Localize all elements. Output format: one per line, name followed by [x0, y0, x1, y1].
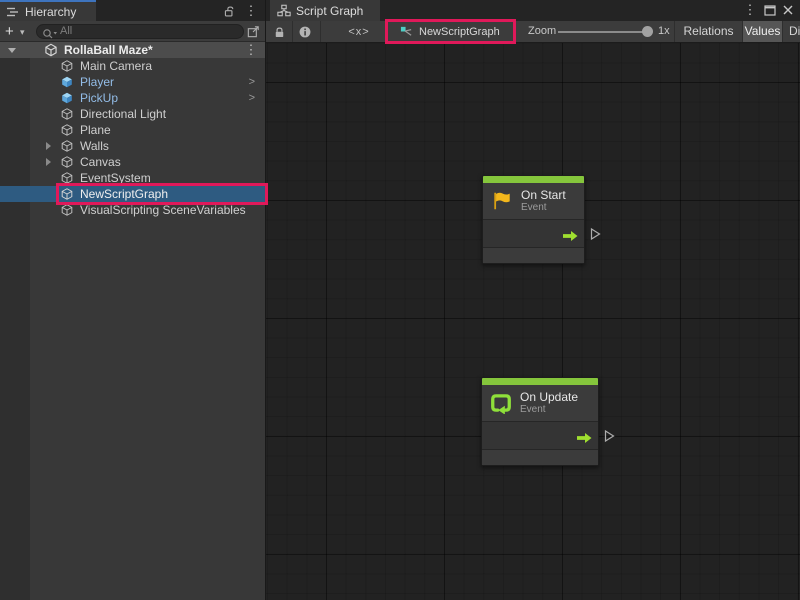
- expand-arrow-icon[interactable]: [46, 142, 51, 150]
- item-label: Walls: [80, 138, 109, 154]
- script-graph-panel: Script Graph ⋮ <x> NewScriptGraph Zoom 1…: [266, 0, 800, 600]
- script-graph-toolbar: <x> NewScriptGraph Zoom 1x Relations Val…: [266, 21, 800, 43]
- values-button[interactable]: Values: [743, 21, 782, 42]
- tab-script-graph-label: Script Graph: [296, 4, 363, 18]
- hierarchy-panel: Hierarchy ⋮ + ▾ RollaBall Maze* ⋮: [0, 0, 265, 600]
- node-subtitle: Event: [520, 404, 578, 416]
- hierarchy-item-walls[interactable]: Walls: [0, 138, 265, 154]
- node-footer: [483, 248, 584, 263]
- unity-editor: { "colors":{"annotation":"#E0195A","sele…: [0, 0, 800, 600]
- item-label: Plane: [80, 122, 111, 138]
- node-on-update[interactable]: On Update Event: [481, 377, 599, 466]
- unity-scene-icon: [44, 43, 58, 57]
- output-port-triangle[interactable]: [590, 227, 601, 240]
- node-title: On Start: [521, 188, 566, 202]
- flow-output-arrow-icon[interactable]: [576, 430, 592, 441]
- update-loop-icon: [490, 392, 512, 414]
- dim-button[interactable]: Dim: [783, 21, 800, 42]
- gameobject-icon: [60, 139, 74, 153]
- item-label: Directional Light: [80, 106, 166, 122]
- item-label: Main Camera: [80, 58, 152, 74]
- toolbar-separator: [292, 21, 293, 42]
- node-texts: On Update Event: [520, 390, 578, 416]
- hierarchy-tabbar: Hierarchy ⋮: [0, 0, 265, 21]
- gameobject-icon: [60, 59, 74, 73]
- tab-hierarchy[interactable]: Hierarchy: [0, 0, 96, 21]
- node-port-row: [482, 421, 598, 450]
- gameobject-icon: [60, 123, 74, 137]
- panel-menu-kebab-icon[interactable]: ⋮: [742, 2, 758, 18]
- open-search-window-icon[interactable]: [246, 24, 262, 40]
- node-footer: [482, 450, 598, 465]
- output-port-triangle[interactable]: [604, 429, 615, 442]
- node-title: On Update: [520, 390, 578, 404]
- hierarchy-item-plane[interactable]: Plane: [0, 122, 265, 138]
- tab-hierarchy-label: Hierarchy: [25, 5, 76, 19]
- hierarchy-menu-kebab-icon[interactable]: ⋮: [243, 3, 259, 19]
- add-dropdown-caret[interactable]: ▾: [20, 25, 25, 39]
- node-header[interactable]: On Start Event: [483, 183, 584, 219]
- item-label: Canvas: [80, 154, 121, 170]
- item-label: Player: [80, 74, 114, 90]
- close-icon[interactable]: [780, 2, 796, 18]
- lock-icon[interactable]: [270, 24, 288, 40]
- node-header[interactable]: On Update Event: [482, 385, 598, 421]
- prefab-chevron-icon[interactable]: >: [249, 74, 255, 90]
- zoom-slider-track[interactable]: [558, 31, 650, 33]
- hierarchy-search-field[interactable]: [36, 24, 244, 39]
- scene-foldout-icon[interactable]: [8, 48, 16, 53]
- gameobject-icon: [60, 203, 74, 217]
- hierarchy-item-canvas[interactable]: Canvas: [0, 154, 265, 170]
- scene-header[interactable]: RollaBall Maze* ⋮: [0, 42, 265, 58]
- hierarchy-item-pickup[interactable]: PickUp >: [0, 90, 265, 106]
- maximize-icon[interactable]: [762, 2, 778, 18]
- add-gameobject-button[interactable]: +: [5, 22, 14, 41]
- zoom-label: Zoom: [528, 21, 556, 42]
- search-icon: [42, 26, 58, 37]
- hierarchy-item-directional-light[interactable]: Directional Light: [0, 106, 265, 122]
- zoom-value: 1x: [658, 21, 670, 42]
- gameobject-icon: [60, 155, 74, 169]
- node-port-row: [483, 219, 584, 248]
- hierarchy-item-player[interactable]: Player >: [0, 74, 265, 90]
- node-texts: On Start Event: [521, 188, 566, 214]
- node-color-bar: [483, 176, 584, 183]
- flag-icon: [491, 190, 513, 212]
- variables-brackets-icon[interactable]: <x>: [346, 24, 372, 40]
- graph-canvas[interactable]: On Start Event On: [266, 43, 800, 600]
- info-icon[interactable]: [296, 24, 314, 40]
- expand-arrow-icon[interactable]: [46, 158, 51, 166]
- flow-output-arrow-icon[interactable]: [562, 228, 578, 239]
- annotation-hierarchy-newscriptgraph: [56, 183, 268, 205]
- tab-script-graph[interactable]: Script Graph: [270, 0, 380, 21]
- node-on-start[interactable]: On Start Event: [482, 175, 585, 264]
- hierarchy-icon: [6, 5, 20, 19]
- node-subtitle: Event: [521, 202, 566, 214]
- unlock-icon[interactable]: [221, 3, 237, 19]
- zoom-slider-knob[interactable]: [642, 26, 653, 37]
- scene-menu-kebab-icon[interactable]: ⋮: [243, 42, 259, 58]
- relations-button[interactable]: Relations: [675, 21, 742, 42]
- prefab-cube-icon: [60, 91, 74, 105]
- item-label: PickUp: [80, 90, 118, 106]
- search-input[interactable]: [58, 25, 243, 39]
- scene-name: RollaBall Maze*: [64, 42, 153, 58]
- gameobject-icon: [60, 107, 74, 121]
- hierarchy-item-main-camera[interactable]: Main Camera: [0, 58, 265, 74]
- annotation-toolbar-graphname: [385, 19, 516, 44]
- prefab-chevron-icon[interactable]: >: [249, 90, 255, 106]
- node-color-bar: [482, 378, 598, 385]
- hierarchy-toolbar: + ▾: [0, 21, 265, 42]
- toolbar-separator: [320, 21, 321, 42]
- graph-icon: [277, 4, 291, 18]
- prefab-cube-icon: [60, 75, 74, 89]
